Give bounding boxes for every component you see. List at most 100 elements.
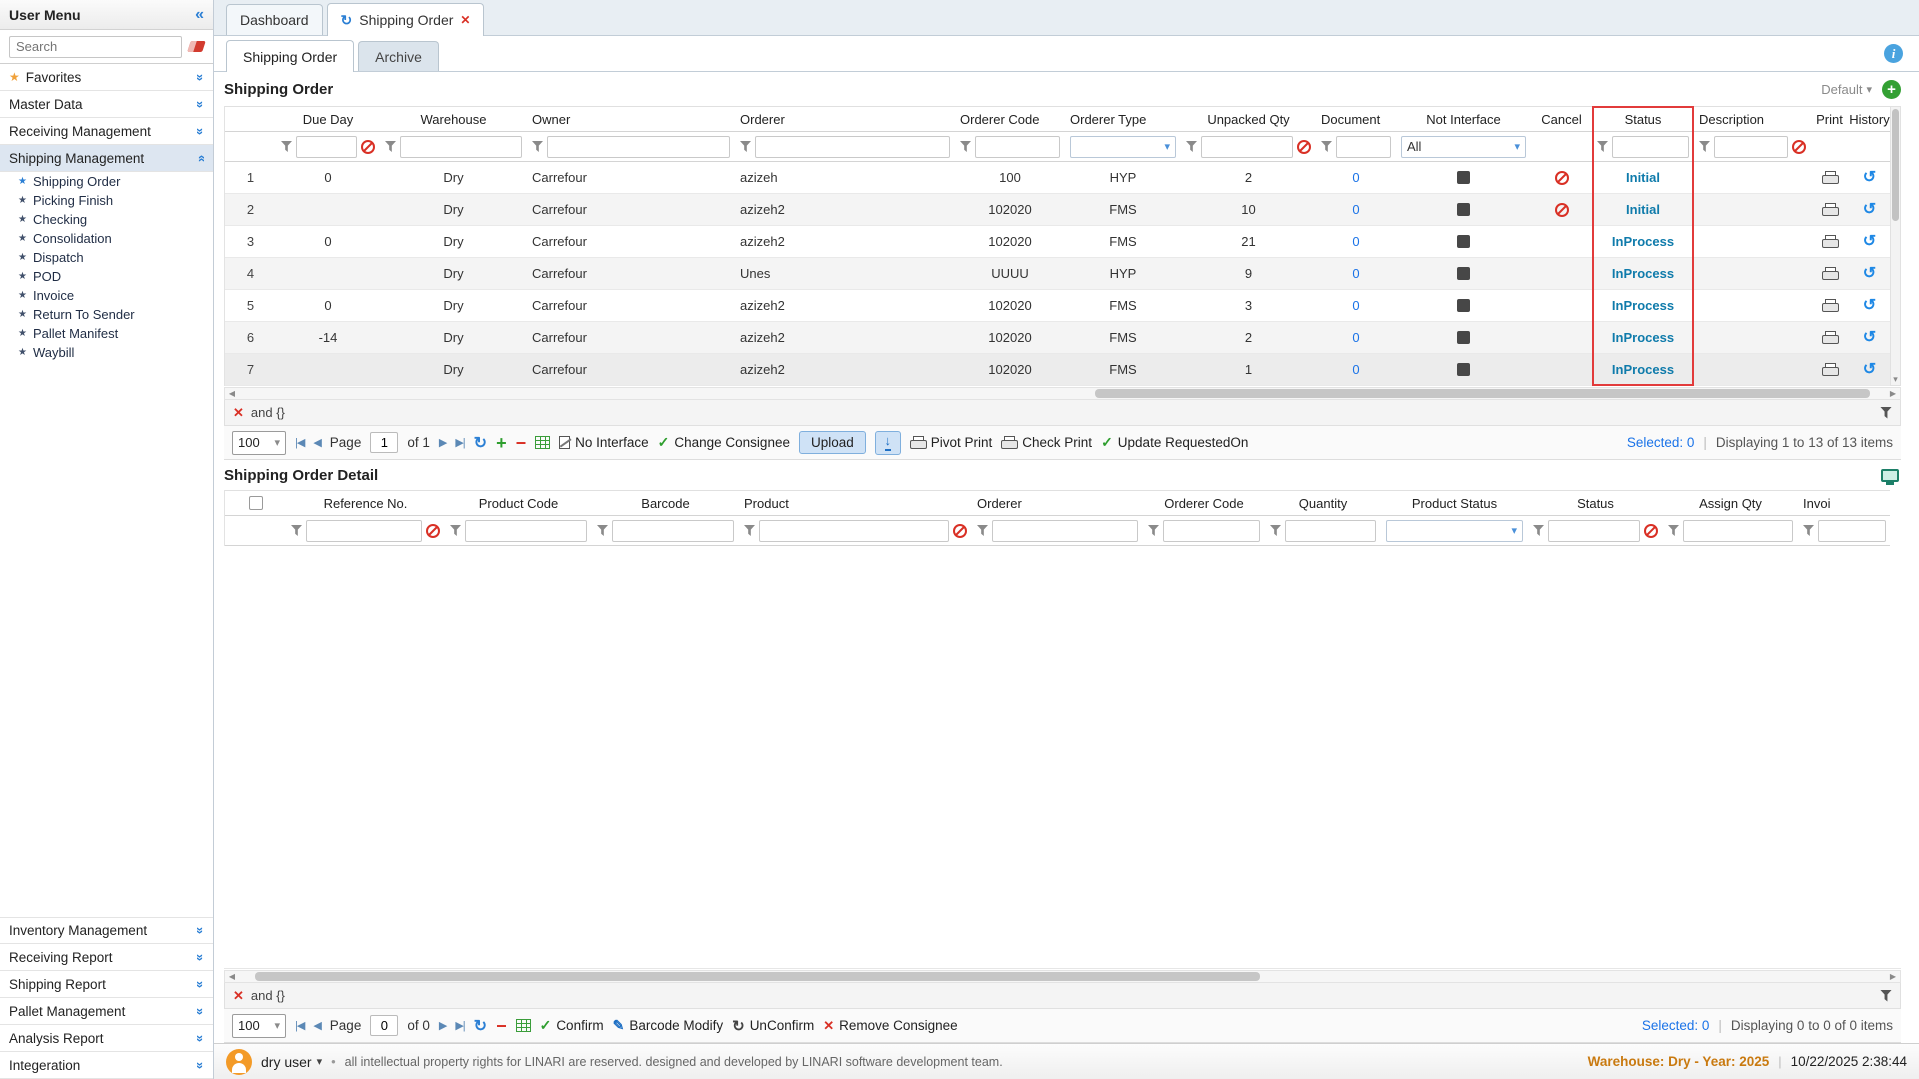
filter-icon[interactable] bbox=[1699, 141, 1710, 152]
filter-not-interface-select[interactable]: All ▾ bbox=[1401, 136, 1526, 158]
filter-reference-no-input[interactable] bbox=[306, 520, 422, 542]
scroll-left-arrow[interactable]: ◀ bbox=[225, 973, 239, 981]
not-interface-checkbox[interactable] bbox=[1457, 331, 1470, 344]
filter-owner-input[interactable] bbox=[547, 136, 730, 158]
document-count-link[interactable]: 0 bbox=[1352, 362, 1359, 377]
filter-clear-icon[interactable] bbox=[426, 524, 440, 538]
export-grid-button[interactable] bbox=[516, 1019, 531, 1032]
filter-orderer-code-input[interactable] bbox=[975, 136, 1060, 158]
not-interface-checkbox[interactable] bbox=[1457, 171, 1470, 184]
monitor-icon[interactable] bbox=[1881, 469, 1899, 482]
shipping-order-row[interactable]: 10DryCarrefourazizeh100HYP20Initial↺ bbox=[225, 162, 1890, 194]
history-icon[interactable]: ↺ bbox=[1863, 362, 1876, 378]
header-not-interface[interactable]: Not Interface bbox=[1396, 107, 1531, 131]
filter-status-input[interactable] bbox=[1548, 520, 1640, 542]
filter-icon[interactable] bbox=[1803, 525, 1814, 536]
sidebar-item-pallet-manifest[interactable]: ★ Pallet Manifest bbox=[0, 324, 213, 343]
scroll-down-arrow[interactable]: ▾ bbox=[1891, 374, 1900, 385]
page-size-select[interactable]: 100 ▾ bbox=[232, 1014, 286, 1038]
export-grid-button[interactable] bbox=[535, 436, 550, 449]
clear-filter-button[interactable]: ✕ bbox=[233, 405, 244, 421]
scroll-right-arrow[interactable]: ▶ bbox=[1886, 390, 1900, 398]
print-icon[interactable] bbox=[1822, 235, 1838, 248]
scrollbar-thumb[interactable] bbox=[1892, 109, 1899, 221]
header-orderer-code[interactable]: Orderer Code bbox=[1143, 491, 1265, 515]
filter-icon[interactable] bbox=[1148, 525, 1159, 536]
sidebar-item-integeration[interactable]: Integeration » bbox=[0, 1052, 213, 1079]
filter-builder-icon[interactable] bbox=[1880, 407, 1892, 419]
barcode-modify-button[interactable]: ✎ Barcode Modify bbox=[613, 1017, 724, 1034]
document-count-link[interactable]: 0 bbox=[1352, 330, 1359, 345]
shipping-order-row[interactable]: 50DryCarrefourazizeh2102020FMS30InProces… bbox=[225, 290, 1890, 322]
filter-description-input[interactable] bbox=[1714, 136, 1788, 158]
detail-horizontal-scrollbar[interactable]: ◀ ▶ bbox=[224, 970, 1901, 983]
collapse-sidebar-icon[interactable]: « bbox=[195, 6, 204, 24]
sidebar-item-shipping-report[interactable]: Shipping Report » bbox=[0, 971, 213, 998]
filter-due-day-input[interactable] bbox=[296, 136, 357, 158]
confirm-button[interactable]: ✓ Confirm bbox=[540, 1017, 604, 1034]
sidebar-item-return-to-sender[interactable]: ★ Return To Sender bbox=[0, 305, 213, 324]
sidebar-item-dispatch[interactable]: ★ Dispatch bbox=[0, 248, 213, 267]
print-icon[interactable] bbox=[1822, 299, 1838, 312]
print-icon[interactable] bbox=[1822, 267, 1838, 280]
header-cancel[interactable]: Cancel bbox=[1531, 107, 1592, 131]
user-avatar[interactable] bbox=[226, 1049, 252, 1075]
subtab-shipping-order[interactable]: Shipping Order bbox=[226, 40, 354, 72]
change-consignee-button[interactable]: ✓ Change Consignee bbox=[658, 434, 790, 451]
tab-shipping-order[interactable]: ↻ Shipping Order ✕ bbox=[327, 3, 485, 36]
header-reference-no[interactable]: Reference No. bbox=[286, 491, 445, 515]
filter-barcode-input[interactable] bbox=[612, 520, 734, 542]
upload-button[interactable]: Upload bbox=[799, 431, 866, 454]
scrollbar-track[interactable] bbox=[239, 971, 1886, 982]
unconfirm-button[interactable]: ↻ UnConfirm bbox=[732, 1017, 814, 1035]
shipping-order-row[interactable]: 30DryCarrefourazizeh2102020FMS210InProce… bbox=[225, 226, 1890, 258]
add-view-button[interactable]: + bbox=[1882, 80, 1901, 99]
filter-clear-icon[interactable] bbox=[953, 524, 967, 538]
clear-filter-button[interactable]: ✕ bbox=[233, 988, 244, 1004]
filter-product-status-select[interactable]: ▾ bbox=[1386, 520, 1523, 542]
header-orderer[interactable]: Orderer bbox=[735, 107, 955, 131]
not-interface-checkbox[interactable] bbox=[1457, 235, 1470, 248]
history-icon[interactable]: ↺ bbox=[1863, 330, 1876, 346]
document-count-link[interactable]: 0 bbox=[1352, 234, 1359, 249]
filter-icon[interactable] bbox=[385, 141, 396, 152]
shipping-order-row[interactable]: 2DryCarrefourazizeh2102020FMS100Initial↺ bbox=[225, 194, 1890, 226]
search-input[interactable] bbox=[9, 36, 182, 58]
filter-icon[interactable] bbox=[1270, 525, 1281, 536]
filter-icon[interactable] bbox=[1597, 141, 1608, 152]
first-page-button[interactable]: |◀ bbox=[295, 1019, 304, 1032]
document-count-link[interactable]: 0 bbox=[1352, 266, 1359, 281]
next-page-button[interactable]: ▶ bbox=[439, 1019, 446, 1032]
header-product-code[interactable]: Product Code bbox=[445, 491, 592, 515]
not-interface-checkbox[interactable] bbox=[1457, 363, 1470, 376]
next-page-button[interactable]: ▶ bbox=[439, 436, 446, 449]
shipping-order-row[interactable]: 4DryCarrefourUnesUUUUHYP90InProcess↺ bbox=[225, 258, 1890, 290]
header-barcode[interactable]: Barcode bbox=[592, 491, 739, 515]
filter-orderer-code-input[interactable] bbox=[1163, 520, 1260, 542]
header-orderer-type[interactable]: Orderer Type bbox=[1065, 107, 1181, 131]
history-icon[interactable]: ↺ bbox=[1863, 234, 1876, 250]
history-icon[interactable]: ↺ bbox=[1863, 170, 1876, 186]
sidebar-item-invoice[interactable]: ★ Invoice bbox=[0, 286, 213, 305]
prev-page-button[interactable]: ◀ bbox=[313, 436, 320, 449]
header-invoice[interactable]: Invoi bbox=[1798, 491, 1891, 515]
header-owner[interactable]: Owner bbox=[527, 107, 735, 131]
sidebar-item-waybill[interactable]: ★ Waybill bbox=[0, 343, 213, 362]
selected-count[interactable]: Selected: 0 bbox=[1627, 435, 1695, 450]
last-page-button[interactable]: ▶| bbox=[455, 1019, 464, 1032]
filter-builder-icon[interactable] bbox=[1880, 990, 1892, 1002]
header-warehouse[interactable]: Warehouse bbox=[380, 107, 527, 131]
sidebar-item-consolidation[interactable]: ★ Consolidation bbox=[0, 229, 213, 248]
selected-count[interactable]: Selected: 0 bbox=[1642, 1018, 1710, 1033]
sidebar-item-pod[interactable]: ★ POD bbox=[0, 267, 213, 286]
filter-product-input[interactable] bbox=[759, 520, 949, 542]
print-icon[interactable] bbox=[1822, 171, 1838, 184]
header-quantity[interactable]: Quantity bbox=[1265, 491, 1381, 515]
download-button[interactable]: ↓ bbox=[875, 431, 901, 455]
header-product[interactable]: Product bbox=[739, 491, 972, 515]
header-product-status[interactable]: Product Status bbox=[1381, 491, 1528, 515]
shipping-order-row[interactable]: 7DryCarrefourazizeh2102020FMS10InProcess… bbox=[225, 354, 1890, 386]
filter-icon[interactable] bbox=[281, 141, 292, 152]
select-all-checkbox[interactable] bbox=[249, 496, 263, 510]
filter-clear-icon[interactable] bbox=[361, 140, 375, 154]
